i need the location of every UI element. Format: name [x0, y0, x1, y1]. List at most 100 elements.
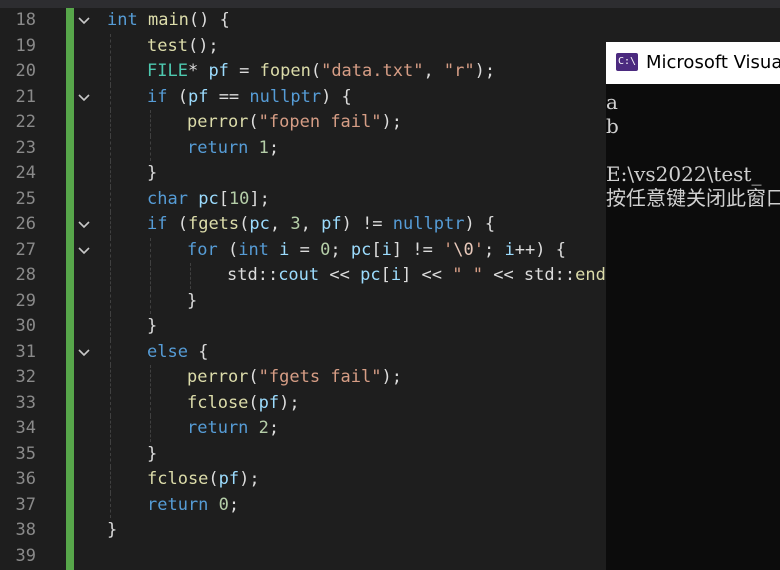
code-token: FILE — [147, 61, 188, 81]
code-text: char pc[10]; — [147, 187, 270, 213]
code-line[interactable]: 25 char pc[10]; — [0, 186, 606, 213]
code-token: fopen — [259, 61, 311, 81]
indent-guide — [150, 365, 151, 391]
code-line[interactable]: 34 return 2; — [0, 416, 606, 442]
code-line[interactable]: 37 return 0; — [0, 492, 606, 519]
code-token: i — [381, 239, 392, 260]
code-token: pc — [350, 239, 372, 260]
fold-chevron-icon[interactable] — [78, 93, 90, 103]
code-line[interactable]: 26 if (fgets(pc, 3, pf) != nullptr) { — [0, 212, 606, 238]
code-token: [ — [218, 188, 229, 209]
code-token: ; — [268, 137, 280, 158]
code-line[interactable]: 36 fclose(pf); — [0, 467, 606, 493]
code-token: i — [390, 265, 402, 285]
fold-chevron-icon[interactable] — [78, 348, 90, 358]
code-text: for (int i = 0; pc[i] != '\0'; i++) { — [187, 238, 566, 264]
code-token: return — [187, 418, 249, 438]
indent-guide — [110, 288, 111, 314]
code-text: } — [147, 442, 157, 468]
line-number: 31 — [15, 341, 36, 362]
code-token: [ — [380, 265, 391, 285]
line-number: 20 — [15, 61, 36, 81]
indent-guide — [110, 237, 111, 263]
code-line[interactable]: 31 else { — [0, 339, 606, 365]
console-title: Microsoft Visual Studio 调试控制台 — [646, 52, 780, 73]
code-line[interactable]: 28 std::cout << pc[i] << " " << std::endl — [0, 263, 606, 289]
line-number: 26 — [15, 214, 36, 234]
code-line[interactable]: 21 if (pf == nullptr) { — [0, 84, 606, 110]
code-text: test(); — [147, 34, 219, 60]
code-line[interactable]: 24} — [0, 161, 606, 187]
code-line[interactable]: 27 for (int i = 0; pc[i] != '\0'; i++) { — [0, 237, 606, 264]
line-number: 18 — [15, 10, 36, 30]
code-line[interactable]: 30} — [0, 314, 606, 340]
code-token: } — [187, 290, 198, 311]
code-line[interactable]: 19 test(); — [0, 33, 606, 60]
fold-chevron-icon[interactable] — [78, 16, 90, 26]
code-token: [ — [371, 239, 382, 260]
code-token: << — [319, 265, 361, 285]
code-token: << std:: — [482, 265, 576, 285]
fold-chevron-icon[interactable] — [78, 220, 90, 230]
code-token: \0 — [453, 239, 474, 260]
line-number: 19 — [15, 35, 36, 56]
code-token: ( — [217, 239, 239, 260]
line-number: 39 — [15, 545, 36, 566]
editor-tab-strip — [0, 0, 780, 8]
console-output-line: a — [606, 90, 618, 114]
code-line[interactable]: 22 perror("fopen fail"); — [0, 110, 606, 136]
code-token: ( — [208, 469, 219, 489]
line-number: 38 — [15, 520, 36, 540]
code-token: "data.txt" — [321, 61, 424, 81]
code-token: pc — [249, 214, 270, 234]
code-token: ' — [443, 239, 454, 260]
code-token: , — [423, 61, 444, 81]
line-number: 34 — [15, 418, 36, 438]
code-token: } — [107, 520, 118, 540]
code-text: return 2; — [187, 416, 279, 442]
line-number: 37 — [15, 494, 36, 515]
code-text: return 1; — [187, 136, 279, 162]
fold-chevron-icon[interactable] — [78, 246, 90, 256]
code-token: ); — [474, 61, 496, 81]
code-token: pf — [321, 214, 342, 234]
code-token: else — [147, 341, 188, 362]
code-line[interactable]: 35} — [0, 441, 606, 468]
code-text: } — [147, 314, 157, 340]
code-text: if (fgets(pc, 3, pf) != nullptr) { — [147, 212, 495, 238]
code-token: endl — [575, 265, 606, 285]
code-line[interactable]: 39 — [0, 544, 606, 570]
debug-console-window[interactable]: C:\ Microsoft Visual Studio 调试控制台 a b E:… — [606, 42, 780, 570]
line-number: 24 — [15, 163, 36, 183]
indent-guide — [110, 135, 111, 161]
code-line[interactable]: 33 fclose(pf); — [0, 390, 606, 417]
indent-guide — [110, 416, 111, 442]
code-line[interactable]: 38} — [0, 518, 606, 544]
code-token: ); — [279, 392, 300, 413]
code-text: fclose(pf); — [147, 467, 260, 493]
code-token: ); — [239, 469, 260, 489]
code-token: fclose — [147, 469, 209, 489]
console-title-bar[interactable]: C:\ Microsoft Visual Studio 调试控制台 — [606, 42, 780, 84]
code-line[interactable]: 32 perror("fgets fail"); — [0, 365, 606, 391]
code-editor[interactable]: 18 int main() {19 test(); 20 FILE* pf = fope… — [0, 0, 606, 570]
code-line[interactable]: 20 FILE* pf = fopen("data.txt", "r"); — [0, 59, 606, 85]
code-text: fclose(pf); — [187, 391, 300, 417]
code-text: perror("fgets fail"); — [187, 365, 402, 391]
code-token: pf — [187, 86, 209, 107]
code-token: return — [147, 494, 209, 515]
code-text: int main() { — [107, 8, 230, 34]
indent-guide — [190, 263, 191, 289]
code-text: return 0; — [147, 493, 239, 519]
code-line[interactable]: 29} — [0, 288, 606, 314]
code-line[interactable]: 18 int main() { — [0, 8, 606, 34]
code-token: , — [300, 214, 322, 234]
code-token: () { — [188, 10, 230, 30]
indent-guide — [110, 365, 111, 391]
code-line[interactable]: 23 return 1; — [0, 135, 606, 162]
